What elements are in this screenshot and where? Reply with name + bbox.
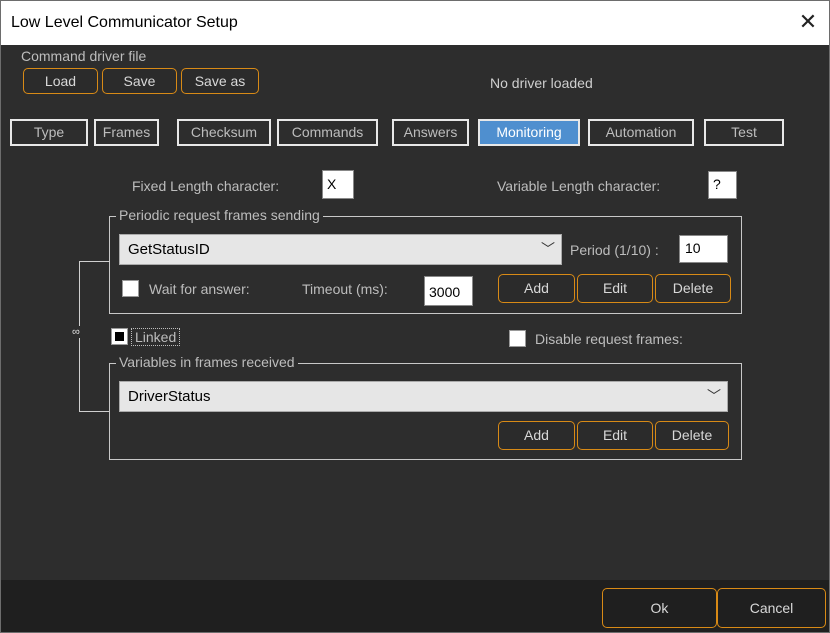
timeout-input[interactable]: 3000: [424, 276, 473, 306]
request-frame-value: GetStatusID: [128, 241, 210, 258]
periodic-group-title: Periodic request frames sending: [116, 207, 323, 223]
periodic-delete-button[interactable]: Delete: [655, 274, 731, 303]
variables-edit-button[interactable]: Edit: [577, 421, 653, 450]
tab-type[interactable]: Type: [10, 119, 88, 146]
fixed-length-input[interactable]: X: [322, 170, 354, 199]
periodic-edit-button[interactable]: Edit: [577, 274, 653, 303]
variable-length-label: Variable Length character:: [497, 178, 661, 194]
variables-select-value: DriverStatus: [128, 388, 211, 405]
tab-checksum[interactable]: Checksum: [177, 119, 271, 146]
wait-for-answer-label: Wait for answer:: [149, 281, 250, 297]
dialog-content: Command driver file Load Save Save as No…: [1, 45, 829, 632]
footer-bar: Ok Cancel: [1, 580, 829, 632]
save-button[interactable]: Save: [102, 68, 177, 94]
ok-button[interactable]: Ok: [602, 588, 717, 628]
wait-for-answer-checkbox[interactable]: [122, 280, 139, 297]
tab-automation[interactable]: Automation: [588, 119, 694, 146]
period-input[interactable]: 10: [679, 235, 728, 263]
chevron-down-icon: ﹀: [707, 388, 721, 404]
variables-select[interactable]: DriverStatus ﹀: [119, 381, 728, 412]
tab-monitoring[interactable]: Monitoring: [478, 119, 580, 146]
window-title: Low Level Communicator Setup: [11, 14, 238, 31]
driver-status: No driver loaded: [490, 75, 593, 91]
load-button[interactable]: Load: [23, 68, 98, 94]
tab-commands[interactable]: Commands: [277, 119, 378, 146]
linked-label: Linked: [131, 328, 181, 346]
variables-delete-button[interactable]: Delete: [655, 421, 729, 450]
disable-request-frames-label: Disable request frames:: [535, 331, 683, 347]
chevron-down-icon: ﹀: [541, 241, 555, 257]
close-icon[interactable]: ✕: [795, 9, 821, 35]
title-bar: Low Level Communicator Setup ✕: [1, 1, 829, 45]
periodic-add-button[interactable]: Add: [498, 274, 575, 303]
disable-request-frames-checkbox[interactable]: [509, 330, 526, 347]
tab-test[interactable]: Test: [704, 119, 784, 146]
variables-add-button[interactable]: Add: [498, 421, 575, 450]
period-label: Period (1/10) :: [570, 242, 659, 258]
link-bracket: [79, 261, 110, 412]
save-as-button[interactable]: Save as: [181, 68, 259, 94]
fixed-length-label: Fixed Length character:: [132, 178, 280, 194]
tab-frames[interactable]: Frames: [94, 119, 159, 146]
variable-length-input[interactable]: ?: [708, 171, 737, 199]
tab-answers[interactable]: Answers: [392, 119, 469, 146]
linked-checkbox[interactable]: [111, 328, 128, 345]
linked-check-mark: [115, 332, 124, 341]
chain-link-icon: ∞: [72, 326, 80, 338]
request-frame-select[interactable]: GetStatusID ﹀: [119, 234, 562, 265]
variables-group-title: Variables in frames received: [116, 354, 298, 370]
driver-section-label: Command driver file: [21, 48, 147, 64]
cancel-button[interactable]: Cancel: [717, 588, 826, 628]
dialog-window: Low Level Communicator Setup ✕ Command d…: [0, 0, 830, 633]
timeout-label: Timeout (ms):: [302, 281, 388, 297]
